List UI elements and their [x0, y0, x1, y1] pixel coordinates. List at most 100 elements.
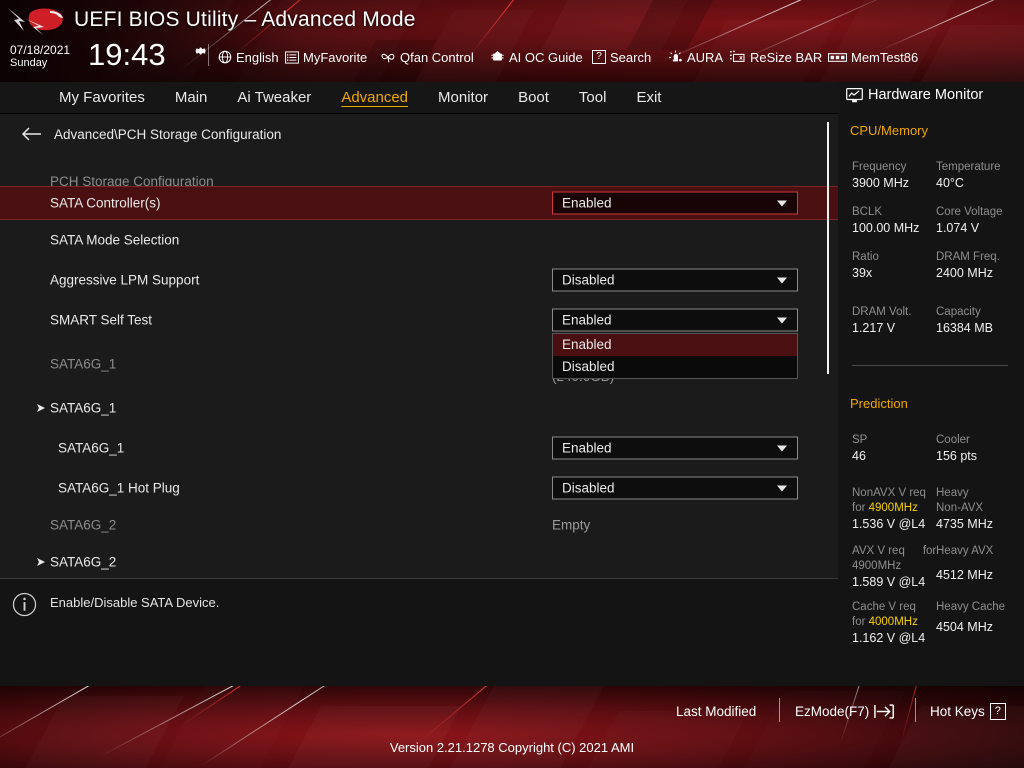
back-arrow-icon[interactable]	[22, 126, 42, 142]
header-item-search[interactable]: ? Search	[592, 47, 651, 67]
help-bar: Enable/Disable SATA Device.	[0, 578, 838, 686]
last-modified-label: Last Modified	[676, 703, 757, 719]
table-row[interactable]: SATA6G_1 Enabled	[0, 428, 838, 468]
hw-dram-freq: DRAM Freq. 2400 MHz	[936, 250, 1000, 281]
info-icon	[12, 592, 37, 617]
hw-key: DRAM Volt.	[852, 306, 912, 318]
hw-group-prediction: Prediction	[850, 396, 908, 411]
dropdown-option-enabled[interactable]: Enabled	[553, 334, 797, 356]
hot-keys-label: Hot Keys	[930, 703, 985, 719]
hw-value: 156 pts	[936, 449, 978, 463]
tab-exit[interactable]: Exit	[621, 82, 676, 114]
hw-sp: SP 46	[852, 433, 867, 464]
globe-icon	[218, 50, 232, 64]
dropdown-option-disabled[interactable]: Disabled	[553, 356, 797, 378]
hw-key-line1: Heavy	[936, 487, 969, 499]
header-item-label: MyFavorite	[303, 49, 368, 65]
resize-bar-icon	[730, 50, 745, 62]
table-row: SATA6G_2 Empty	[0, 508, 838, 542]
sata6g1-enable-dropdown[interactable]: Enabled	[552, 436, 798, 460]
hot-keys-button[interactable]: Hot Keys ?	[930, 701, 1006, 721]
header-item-memtest86[interactable]: MemTest86	[828, 47, 918, 67]
hw-key-line2: for 4000MHz	[852, 616, 918, 628]
header-item-english[interactable]: English	[218, 47, 279, 67]
sata-controllers-dropdown-list[interactable]: Enabled Disabled	[552, 333, 798, 379]
header-item-resize-bar[interactable]: ReSize BAR	[728, 47, 822, 67]
gear-icon[interactable]	[194, 44, 208, 58]
hw-key: BCLK	[852, 206, 883, 218]
table-row[interactable]: SATA6G_2	[0, 542, 838, 578]
hw-key-line1: NonAVX V req	[852, 487, 926, 499]
hw-heavy-avx: Heavy AVX 4512 MHz	[936, 544, 1022, 583]
header-item-aura[interactable]: AURA	[668, 47, 723, 67]
row-label: SATA6G_1	[50, 400, 117, 416]
hw-cache-vreq: Cache V req for 4000MHz 1.162 V @L4	[852, 600, 940, 646]
hw-temperature: Temperature 40°C	[936, 160, 1001, 191]
chip-icon	[491, 50, 504, 61]
hw-key: Core Voltage	[936, 206, 1003, 218]
tab-boot[interactable]: Boot	[503, 82, 564, 114]
hw-value: 100.00 MHz	[852, 221, 920, 235]
hw-key-line1: Heavy Cache	[936, 601, 1006, 613]
hw-value: 39x	[852, 266, 873, 280]
exit-arrow-icon	[874, 703, 895, 719]
hw-key-line2: Non-AVX	[936, 502, 984, 514]
page-title: UEFI BIOS Utility – Advanced Mode	[74, 8, 416, 31]
hw-key: Ratio	[852, 251, 879, 263]
hw-frequency: Frequency 3900 MHz	[852, 160, 909, 191]
sata-controllers-dropdown[interactable]: Enabled	[552, 191, 798, 215]
rog-logo-icon	[8, 8, 63, 35]
table-row[interactable]: SATA6G_1 Hot Plug Disabled	[0, 468, 838, 508]
tab-ai-tweaker[interactable]: Ai Tweaker	[222, 82, 326, 114]
bios-screen: UEFI BIOS Utility – Advanced Mode 07/18/…	[0, 0, 1024, 768]
table-row[interactable]: SATA Mode Selection	[0, 220, 838, 260]
header-item-qfan-control[interactable]: Qfan Control	[380, 47, 474, 67]
header-item-myfavorite[interactable]: MyFavorite	[285, 47, 367, 67]
table-row[interactable]: Aggressive LPM Support Disabled	[0, 260, 838, 300]
table-row[interactable]: SATA6G_1	[0, 388, 838, 428]
breadcrumb-text: Advanced\PCH Storage Configuration	[54, 126, 282, 142]
chevron-right-icon	[37, 404, 45, 412]
last-modified-button[interactable]: Last Modified	[676, 701, 756, 721]
smart-self-test-dropdown[interactable]: Enabled	[552, 308, 798, 332]
vertical-scrollbar[interactable]	[827, 122, 829, 374]
hw-key: SP	[852, 434, 868, 446]
hw-value: 4735 MHz	[936, 517, 993, 531]
chevron-down-icon	[777, 200, 787, 206]
tab-my-favorites[interactable]: My Favorites	[44, 82, 160, 114]
hw-value: 1.589 V @L4	[852, 575, 926, 589]
question-box-icon: ?	[989, 702, 1006, 720]
hw-key: DRAM Freq.	[936, 251, 1000, 263]
hw-value: 16384 MB	[936, 321, 993, 335]
hw-key-line2: for 4900MHz	[852, 502, 918, 514]
chevron-down-icon	[777, 277, 787, 283]
aggressive-lpm-dropdown[interactable]: Disabled	[552, 268, 798, 292]
header-item-label: ReSize BAR	[750, 49, 823, 65]
fan-icon	[381, 53, 395, 63]
row-label: SATA6G_1	[58, 440, 125, 456]
hw-value: 40°C	[936, 176, 964, 190]
memory-icon	[828, 52, 847, 62]
tab-monitor[interactable]: Monitor	[423, 82, 503, 114]
header-item-label: MemTest86	[851, 49, 919, 65]
dropdown-value: Enabled	[562, 312, 612, 328]
question-box-icon: ?	[592, 50, 606, 64]
chevron-down-icon	[777, 445, 787, 451]
ezmode-button[interactable]: EzMode(F7)	[795, 701, 896, 721]
hw-key: Cooler	[936, 434, 970, 446]
header-item-ai-oc-guide[interactable]: AI OC Guide	[490, 47, 583, 67]
hw-dram-volt: DRAM Volt. 1.217 V	[852, 305, 911, 336]
hw-heavy-nonavx: Heavy Non-AVX 4735 MHz	[936, 486, 1022, 532]
header-item-label: Qfan Control	[400, 49, 474, 65]
row-label: SATA6G_2	[50, 554, 117, 570]
tab-tool[interactable]: Tool	[564, 82, 622, 114]
hw-group-cpu-memory: CPU/Memory	[850, 123, 929, 138]
row-label: Aggressive LPM Support	[50, 272, 200, 288]
sata6g1-hotplug-dropdown[interactable]: Disabled	[552, 476, 798, 500]
tab-advanced[interactable]: Advanced	[326, 82, 423, 114]
breadcrumb[interactable]: Advanced\PCH Storage Configuration	[22, 126, 281, 142]
table-row[interactable]: SATA Controller(s) Enabled	[0, 186, 838, 220]
dropdown-value: Enabled	[562, 440, 612, 456]
hw-value: 4504 MHz	[936, 620, 993, 634]
tab-main[interactable]: Main	[160, 82, 223, 114]
